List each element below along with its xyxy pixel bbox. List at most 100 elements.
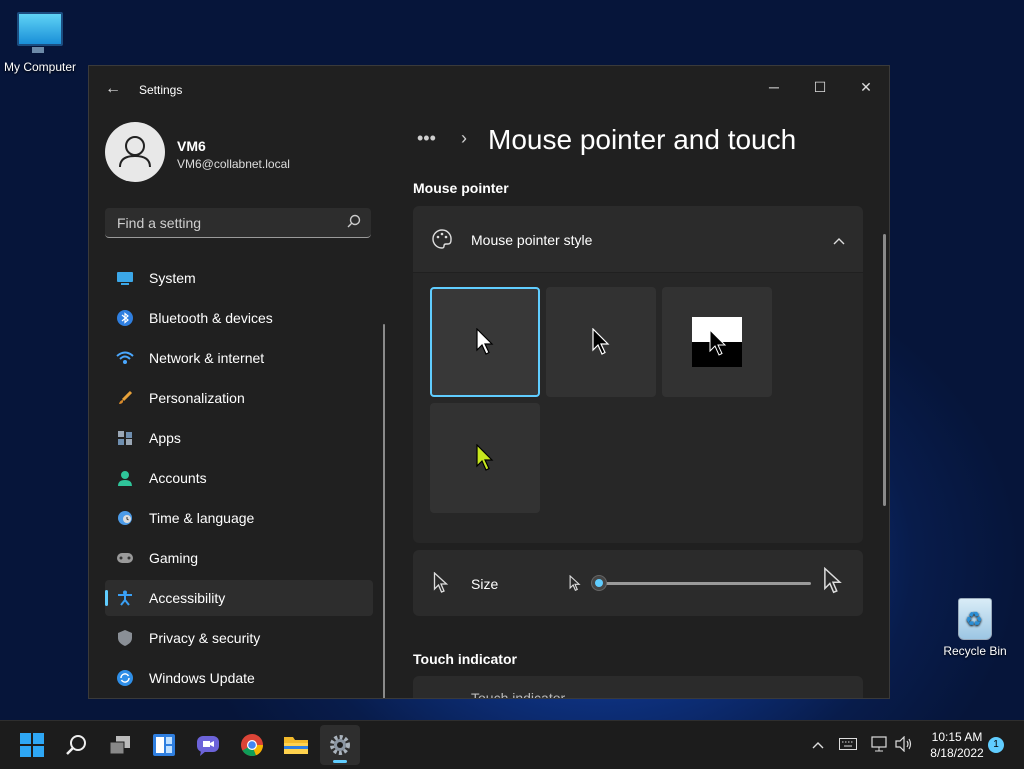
sidebar-item-label: Network & internet (149, 350, 265, 366)
start-button[interactable] (12, 725, 52, 765)
search-icon (66, 735, 86, 755)
sidebar-item-privacy[interactable]: Privacy & security (105, 620, 373, 656)
sidebar: VM6 VM6@collabnet.local System Bluetooth… (89, 114, 389, 698)
recycle-bin-icon (958, 598, 992, 640)
clock[interactable]: 10:15 AM 8/18/2022 (918, 729, 996, 761)
pointer-style-custom[interactable] (430, 403, 540, 513)
sidebar-scrollbar[interactable] (383, 324, 385, 698)
sidebar-item-label: Apps (149, 430, 181, 446)
desktop-icon-recycle-bin[interactable]: Recycle Bin (935, 598, 1015, 658)
file-explorer-button[interactable] (276, 725, 316, 765)
settings-icon (330, 735, 350, 755)
palette-icon (431, 228, 453, 255)
sidebar-item-label: System (149, 270, 196, 286)
custom-color-pointer-icon (476, 444, 494, 471)
pointer-style-black[interactable] (546, 287, 656, 397)
start-icon (20, 733, 44, 757)
sidebar-item-windows-update[interactable]: Windows Update (105, 660, 373, 696)
chevron-up-icon[interactable] (833, 232, 845, 250)
breadcrumb-separator: › (461, 128, 467, 148)
sidebar-item-bluetooth[interactable]: Bluetooth & devices (105, 300, 373, 336)
black-pointer-icon (592, 328, 610, 355)
file-explorer-icon (284, 737, 308, 754)
section-mouse-pointer: Mouse pointer (413, 180, 509, 196)
shield-icon (116, 629, 134, 647)
small-pointer-icon (569, 574, 581, 597)
user-email: VM6@collabnet.local (177, 157, 290, 171)
pointer-size-slider[interactable] (591, 575, 811, 591)
widgets-button[interactable] (144, 725, 184, 765)
sidebar-item-gaming[interactable]: Gaming (105, 540, 373, 576)
chrome-button[interactable] (232, 725, 272, 765)
bluetooth-icon (116, 309, 134, 327)
desktop-icon-label: My Computer (3, 60, 77, 74)
settings-taskbar-button[interactable] (320, 725, 360, 765)
sidebar-item-accessibility[interactable]: Accessibility (105, 580, 373, 616)
network-icon[interactable] (871, 736, 889, 755)
minimize-button[interactable]: ─ (751, 72, 797, 102)
task-view-icon (109, 736, 130, 755)
close-button[interactable]: ✕ (843, 72, 889, 102)
avatar[interactable] (105, 122, 165, 182)
title-bar: ← Settings ─ ☐ ✕ (89, 66, 889, 114)
active-indicator (105, 590, 108, 606)
section-touch-indicator: Touch indicator (413, 651, 517, 667)
notification-badge[interactable]: 1 (988, 737, 1004, 753)
sidebar-item-network[interactable]: Network & internet (105, 340, 373, 376)
settings-window: ← Settings ─ ☐ ✕ VM6 VM6@collabnet.local… (88, 65, 890, 699)
sidebar-item-label: Gaming (149, 550, 199, 566)
mouse-pointer-style-header[interactable]: Mouse pointer style (413, 206, 863, 272)
main-content: ••• › Mouse pointer and touch Mouse poin… (413, 114, 886, 699)
maximize-button[interactable]: ☐ (797, 72, 843, 102)
sidebar-item-label: Bluetooth & devices (149, 310, 273, 326)
content-scrollbar[interactable] (883, 234, 886, 506)
chat-icon (197, 736, 219, 756)
slider-thumb[interactable] (591, 575, 607, 591)
pointer-size-row: Size (413, 550, 863, 616)
clock-date: 8/18/2022 (930, 746, 984, 760)
sidebar-item-label: Time & language (149, 510, 255, 526)
sidebar-item-apps[interactable]: Apps (105, 420, 373, 456)
chrome-icon (241, 734, 264, 757)
chat-button[interactable] (188, 725, 228, 765)
running-indicator (333, 760, 347, 763)
sidebar-item-system[interactable]: System (105, 260, 373, 296)
apps-icon (116, 429, 134, 447)
nav-list: System Bluetooth & devices Network & int… (105, 260, 373, 698)
sidebar-item-label: Windows Update (149, 670, 255, 686)
sidebar-item-personalization[interactable]: Personalization (105, 380, 373, 416)
controller-icon (116, 549, 134, 567)
keyboard-icon[interactable] (839, 738, 857, 753)
update-icon (116, 669, 134, 687)
brush-icon (116, 389, 134, 407)
pointer-style-inverted[interactable] (662, 287, 772, 397)
system-icon (116, 269, 134, 287)
sidebar-item-accounts[interactable]: Accounts (105, 460, 373, 496)
sidebar-item-label: Accessibility (149, 590, 226, 606)
globe-clock-icon (116, 509, 134, 527)
back-arrow-icon[interactable]: ← (105, 80, 121, 98)
accessibility-icon (116, 589, 134, 607)
touch-indicator-row[interactable]: Touch indicator (413, 676, 863, 699)
search-input[interactable] (115, 214, 339, 232)
desktop-icon-label: Recycle Bin (943, 644, 1007, 658)
white-pointer-icon (476, 328, 494, 355)
volume-icon[interactable] (895, 735, 913, 755)
taskbar-search-button[interactable] (56, 725, 96, 765)
breadcrumb-ellipsis[interactable]: ••• (417, 128, 436, 149)
search-box[interactable] (105, 208, 371, 238)
pointer-style-white[interactable] (430, 287, 540, 397)
person-icon (119, 136, 151, 168)
touch-indicator-label: Touch indicator (471, 690, 566, 699)
clock-time: 10:15 AM (931, 730, 983, 744)
window-title: Settings (139, 83, 183, 97)
search-icon[interactable] (347, 214, 361, 233)
taskbar: 10:15 AM 8/18/2022 1 (0, 720, 1024, 769)
pointer-style-options (413, 273, 863, 543)
desktop-icon-my-computer[interactable]: My Computer (0, 10, 80, 74)
task-view-button[interactable] (100, 725, 140, 765)
chevron-up-icon[interactable] (812, 737, 824, 752)
sidebar-item-label: Accounts (149, 470, 207, 486)
wifi-icon (116, 349, 134, 367)
sidebar-item-time-language[interactable]: Time & language (105, 500, 373, 536)
